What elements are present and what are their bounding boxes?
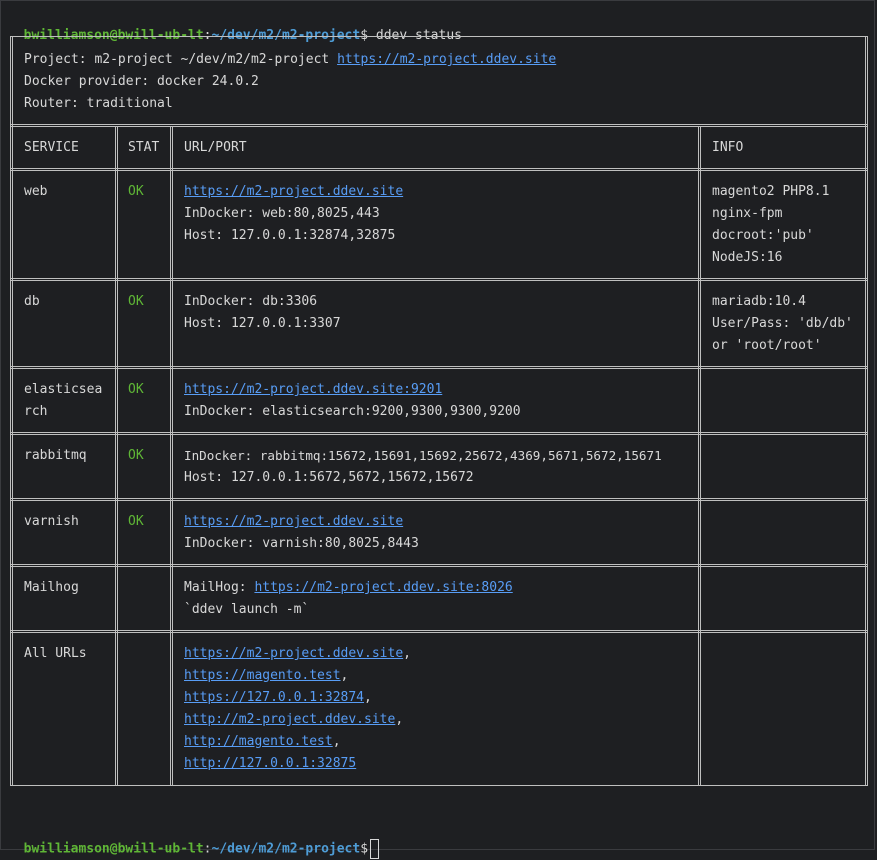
service-elasticsearch: elasticsea — [24, 382, 103, 397]
table-divider — [10, 432, 868, 435]
url-comma: , — [403, 646, 411, 661]
status-ok: OK — [128, 448, 144, 463]
header-service: SERVICE — [24, 140, 79, 155]
status-ok: OK — [128, 382, 144, 397]
prompt-dollar: $ — [360, 841, 369, 857]
elasticsearch-url-link[interactable]: https://m2-project.ddev.site:9201 — [184, 379, 442, 401]
mailhog-line: MailHog: https://m2-project.ddev.site:80… — [184, 577, 513, 599]
service-web: web — [24, 184, 48, 199]
db-host: Host: 127.0.0.1:3307 — [184, 316, 341, 331]
web-indocker: InDocker: web:80,8025,443 — [184, 206, 380, 221]
all-urls-item: http://m2-project.ddev.site, — [184, 709, 403, 731]
url-link[interactable]: https://m2-project.ddev.site — [184, 646, 403, 661]
all-urls-item: https://m2-project.ddev.site, — [184, 643, 411, 665]
web-info: docroot:'pub' — [712, 228, 814, 243]
mailhog-url-link[interactable]: https://m2-project.ddev.site:8026 — [254, 580, 512, 595]
column-divider — [698, 126, 701, 786]
url-link[interactable]: https://magento.test — [184, 668, 341, 683]
header-url-port: URL/PORT — [184, 140, 247, 155]
prompt-path: ~/dev/m2/m2-project — [211, 841, 361, 857]
all-urls-item: https://magento.test, — [184, 665, 348, 687]
status-ok: OK — [128, 184, 144, 199]
service-db: db — [24, 294, 40, 309]
table-border-right — [865, 36, 868, 786]
db-info: or 'root/root' — [712, 338, 822, 353]
url-comma: , — [340, 668, 349, 683]
table-divider — [10, 124, 868, 127]
column-divider — [170, 126, 173, 786]
db-info: User/Pass: 'db/db' — [712, 316, 853, 331]
project-label: Project: m2-project ~/dev/m2/m2-project — [24, 52, 338, 67]
web-info: NodeJS:16 — [712, 250, 783, 265]
table-border-left — [10, 36, 13, 786]
table-border-bottom — [10, 785, 868, 786]
router-info: Router: traditional — [24, 96, 173, 111]
prompt-line[interactable]: bwilliamson@bwill-ub-lt:~/dev/m2/m2-proj… — [8, 819, 380, 859]
mailhog-launch: `ddev launch -m` — [184, 602, 310, 617]
url-comma: , — [332, 734, 341, 749]
service-mailhog: Mailhog — [24, 580, 79, 595]
prompt-user-host: bwilliamson@bwill-ub-lt — [23, 841, 204, 857]
rabbitmq-host: Host: 127.0.0.1:5672,5672,15672,15672 — [184, 470, 474, 485]
table-divider — [10, 564, 868, 567]
project-info: Project: m2-project ~/dev/m2/m2-project … — [24, 49, 556, 71]
service-elasticsearch: rch — [24, 404, 48, 419]
elasticsearch-indocker: InDocker: elasticsearch:9200,9300,9300,9… — [184, 404, 521, 419]
web-url-link[interactable]: https://m2-project.ddev.site — [184, 181, 403, 203]
docker-provider: Docker provider: docker 24.0.2 — [24, 74, 259, 89]
url-link[interactable]: http://m2-project.ddev.site — [184, 712, 395, 727]
all-urls-item: http://magento.test, — [184, 731, 341, 753]
rabbitmq-indocker: InDocker: rabbitmq:15672,15691,15692,256… — [184, 448, 662, 463]
varnish-indocker: InDocker: varnish:80,8025,8443 — [184, 536, 419, 551]
table-divider — [10, 630, 868, 633]
mailhog-label: MailHog: — [184, 580, 255, 595]
table-divider — [10, 168, 868, 171]
table-border-top — [10, 36, 868, 37]
url-link[interactable]: https://127.0.0.1:32874 — [184, 690, 364, 705]
status-ok: OK — [128, 294, 144, 309]
db-indocker: InDocker: db:3306 — [184, 294, 318, 309]
varnish-url-link[interactable]: https://m2-project.ddev.site — [184, 511, 403, 533]
service-varnish: varnish — [24, 514, 79, 529]
all-urls-item: https://127.0.0.1:32874, — [184, 687, 372, 709]
url-comma: , — [395, 712, 404, 727]
web-host: Host: 127.0.0.1:32874,32875 — [184, 228, 396, 243]
header-info: INFO — [712, 140, 744, 155]
all-urls-item: http://127.0.0.1:32875 — [184, 753, 356, 775]
project-url-link[interactable]: https://m2-project.ddev.site — [337, 52, 556, 67]
web-info: magento2 PHP8.1 — [712, 184, 830, 199]
service-rabbitmq: rabbitmq — [24, 448, 87, 463]
web-info: nginx-fpm — [712, 206, 783, 221]
url-link[interactable]: http://magento.test — [184, 734, 333, 749]
status-ok: OK — [128, 514, 144, 529]
url-link[interactable]: http://127.0.0.1:32875 — [184, 756, 356, 771]
prompt-separator: : — [203, 841, 212, 857]
column-divider — [115, 126, 118, 786]
service-all-urls: All URLs — [24, 646, 87, 661]
status-table: Project: m2-project ~/dev/m2/m2-project … — [0, 0, 877, 852]
table-divider — [10, 278, 868, 281]
table-divider — [10, 366, 868, 369]
db-info: mariadb:10.4 — [712, 294, 806, 309]
url-comma: , — [364, 690, 372, 705]
header-stat: STAT — [128, 140, 160, 155]
table-divider — [10, 498, 868, 501]
text-cursor — [370, 839, 380, 859]
